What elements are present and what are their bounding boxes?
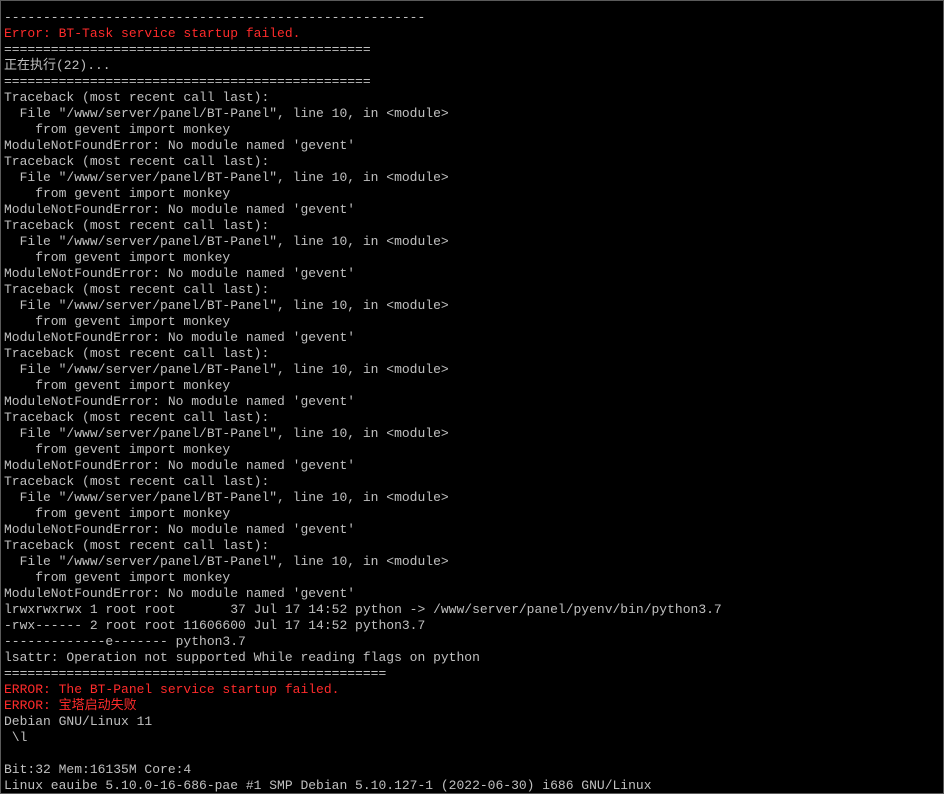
terminal-line: from gevent import monkey [4,378,231,393]
terminal-error-line: Error: BT-Task service startup failed. [4,26,301,41]
terminal-line: Traceback (most recent call last): [4,346,270,361]
terminal-line: Traceback (most recent call last): [4,474,270,489]
terminal-line: Traceback (most recent call last): [4,218,270,233]
terminal-line: File "/www/server/panel/BT-Panel", line … [4,426,449,441]
terminal-line: File "/www/server/panel/BT-Panel", line … [4,298,449,313]
terminal-line: from gevent import monkey [4,506,231,521]
terminal-line: File "/www/server/panel/BT-Panel", line … [4,554,449,569]
terminal-line: from gevent import monkey [4,314,231,329]
terminal-line: from gevent import monkey [4,186,231,201]
terminal-line: File "/www/server/panel/BT-Panel", line … [4,362,449,377]
terminal-line: Traceback (most recent call last): [4,282,270,297]
terminal-line: Traceback (most recent call last): [4,90,270,105]
terminal-line: from gevent import monkey [4,250,231,265]
terminal-line: File "/www/server/panel/BT-Panel", line … [4,170,449,185]
terminal-line: ModuleNotFoundError: No module named 'ge… [4,394,356,409]
terminal-output: ----------------------------------------… [4,10,943,793]
terminal-line: ModuleNotFoundError: No module named 'ge… [4,202,356,217]
terminal-window[interactable]: ----------------------------------------… [0,0,944,794]
terminal-line: ModuleNotFoundError: No module named 'ge… [4,522,356,537]
terminal-line: ModuleNotFoundError: No module named 'ge… [4,330,356,345]
terminal-line: lsattr: Operation not supported While re… [4,650,480,665]
terminal-line: ModuleNotFoundError: No module named 'ge… [4,138,356,153]
terminal-line: from gevent import monkey [4,122,231,137]
terminal-line: ModuleNotFoundError: No module named 'ge… [4,266,356,281]
terminal-line: ----------------------------------------… [4,10,426,25]
terminal-line: Debian GNU/Linux 11 [4,714,153,729]
terminal-line: ModuleNotFoundError: No module named 'ge… [4,586,356,601]
terminal-line: lrwxrwxrwx 1 root root 37 Jul 17 14:52 p… [4,602,722,617]
terminal-line: Traceback (most recent call last): [4,154,270,169]
terminal-line: ModuleNotFoundError: No module named 'ge… [4,458,356,473]
terminal-error-line: ERROR: The BT-Panel service startup fail… [4,682,340,697]
terminal-line: Linux eauibe 5.10.0-16-686-pae #1 SMP De… [4,778,652,793]
terminal-line: ========================================… [4,74,371,89]
terminal-line: Traceback (most recent call last): [4,538,270,553]
terminal-line: ========================================… [4,666,387,681]
terminal-line: Traceback (most recent call last): [4,410,270,425]
terminal-line: File "/www/server/panel/BT-Panel", line … [4,234,449,249]
terminal-error-line: ERROR: 宝塔启动失败 [4,698,137,713]
terminal-line: ========================================… [4,42,371,57]
terminal-line: from gevent import monkey [4,442,231,457]
terminal-line: from gevent import monkey [4,570,231,585]
terminal-line: -------------e------- python3.7 [4,634,246,649]
terminal-line: -rwx------ 2 root root 11606600 Jul 17 1… [4,618,426,633]
terminal-line: \l [4,730,28,745]
terminal-line: File "/www/server/panel/BT-Panel", line … [4,106,449,121]
terminal-line: File "/www/server/panel/BT-Panel", line … [4,490,449,505]
terminal-line: Bit:32 Mem:16135M Core:4 [4,762,192,777]
terminal-line: 正在执行(22)... [4,58,111,73]
